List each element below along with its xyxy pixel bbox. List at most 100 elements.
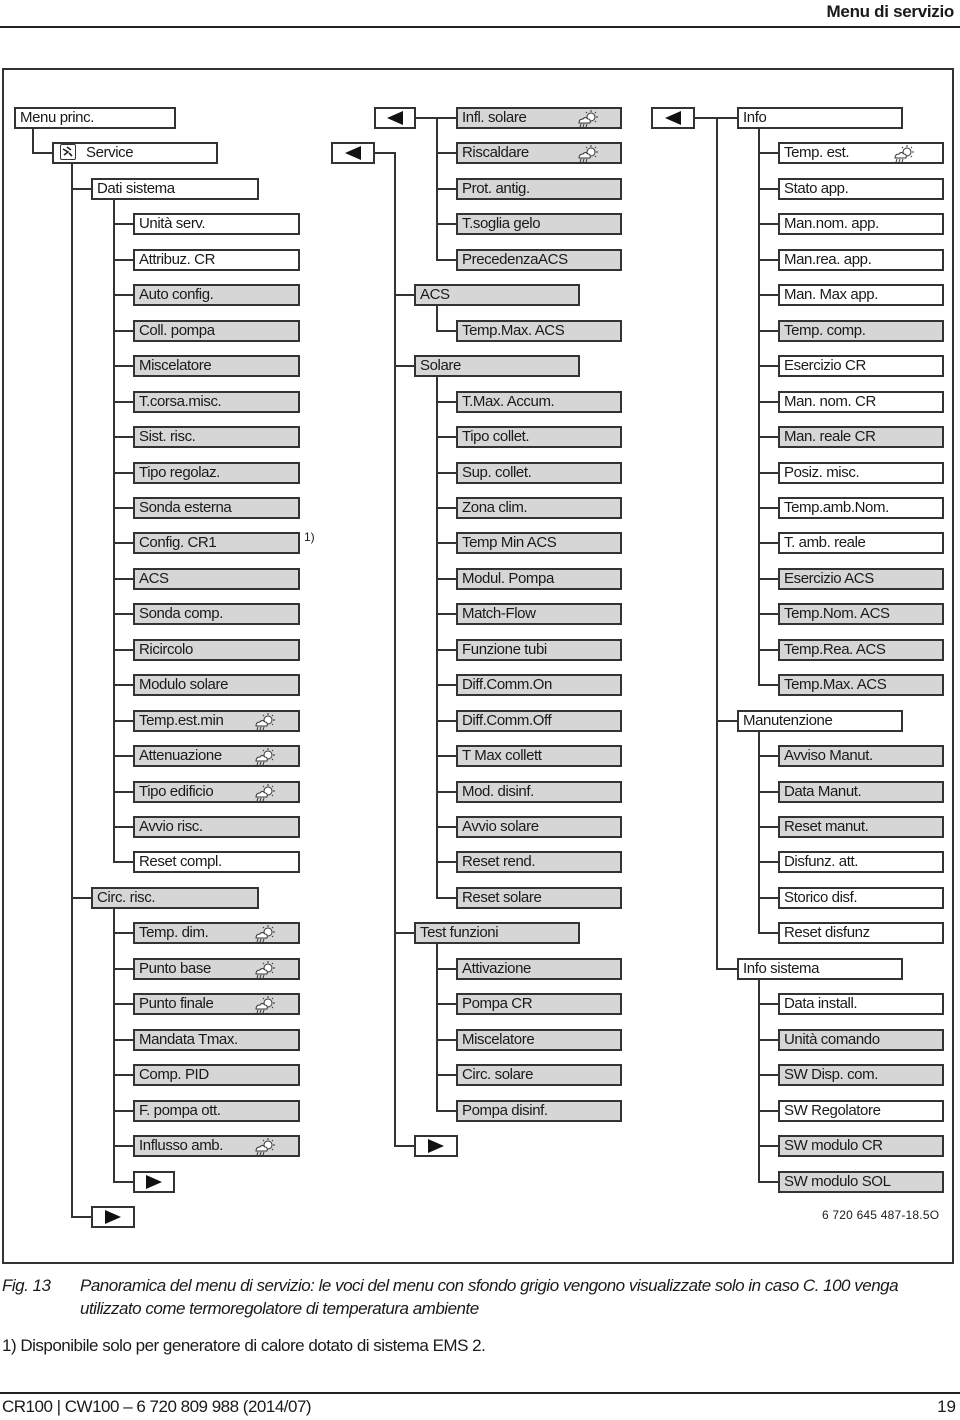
menu-item-f-pompa-ott[interactable]: F. pompa ott. [133,1100,300,1122]
menu-item-man-rea-app[interactable]: Man.rea. app. [778,249,944,271]
menu-item-temp-comp[interactable]: Temp. comp. [778,320,944,342]
menu-item-punto-finale[interactable]: Punto finale [133,993,300,1015]
menu-item-reset-manut[interactable]: Reset manut. [778,816,944,838]
menu-item-acs[interactable]: ACS [133,568,300,590]
menu-item-disfunz-att[interactable]: Disfunz. att. [778,851,944,873]
menu-item-avvio-risc[interactable]: Avvio risc. [133,816,300,838]
next-page-button[interactable] [133,1171,175,1193]
menu-item-tipo-regolaz[interactable]: Tipo regolaz. [133,462,300,484]
menu-item-temp-min-acs[interactable]: Temp Min ACS [456,532,622,554]
menu-item-temp-est-min[interactable]: Temp.est.min [133,710,300,732]
menu-item-man-reale-cr[interactable]: Man. reale CR [778,426,944,448]
menu-item-sonda-comp[interactable]: Sonda comp. [133,603,300,625]
menu-item-t-soglia-gelo[interactable]: T.soglia gelo [456,213,622,235]
menu-item-diff-comm-off[interactable]: Diff.Comm.Off [456,710,622,732]
menu-item-stato-app[interactable]: Stato app. [778,178,944,200]
next-page-button[interactable] [414,1135,458,1157]
previous-page-button[interactable] [374,107,416,129]
menu-item-pompa-cr-test[interactable]: Pompa CR [456,993,622,1015]
menu-item-t-amb-reale[interactable]: T. amb. reale [778,532,944,554]
menu-item-test-funzioni[interactable]: Test funzioni [414,922,580,944]
menu-item-tipo-collet[interactable]: Tipo collet. [456,426,622,448]
menu-item-sw-regolatore[interactable]: SW Regolatore [778,1100,944,1122]
menu-item-temp-nom-acs[interactable]: Temp.Nom. ACS [778,603,944,625]
menu-item-t-max-accum[interactable]: T.Max. Accum. [456,391,622,413]
menu-item-attribuz-cr[interactable]: Attribuz. CR [133,249,300,271]
menu-item-mod-disinf[interactable]: Mod. disinf. [456,781,622,803]
menu-item-precedenzaacs[interactable]: PrecedenzaACS [456,249,622,271]
menu-item-storico-disf[interactable]: Storico disf. [778,887,944,909]
menu-item-miscelatore[interactable]: Miscelatore [133,355,300,377]
menu-item-modulo-solare[interactable]: Modulo solare [133,674,300,696]
menu-item-service[interactable]: Service [52,142,218,164]
menu-item-zona-clim[interactable]: Zona clim. [456,497,622,519]
menu-item-config-cr1[interactable]: Config. CR1 [133,532,300,554]
previous-page-button[interactable] [651,107,695,129]
menu-item-circ-solare-test[interactable]: Circ. solare [456,1064,622,1086]
tree-connector [758,542,778,544]
menu-item-reset-rend[interactable]: Reset rend. [456,851,622,873]
menu-item-temp-amb-nom[interactable]: Temp.amb.Nom. [778,497,944,519]
menu-item-data-manut[interactable]: Data Manut. [778,781,944,803]
menu-item-pompa-disinf-test[interactable]: Pompa disinf. [456,1100,622,1122]
menu-item-sonda-esterna[interactable]: Sonda esterna [133,497,300,519]
menu-item-coll-pompa[interactable]: Coll. pompa [133,320,300,342]
menu-item-diff-comm-on[interactable]: Diff.Comm.On [456,674,622,696]
menu-item-ricircolo[interactable]: Ricircolo [133,639,300,661]
menu-item-punto-base[interactable]: Punto base [133,958,300,980]
menu-item-temp-dim[interactable]: Temp. dim. [133,922,300,944]
tree-connector [436,649,456,651]
menu-item-manutenzione[interactable]: Manutenzione [737,710,903,732]
menu-item-funzione-tubi[interactable]: Funzione tubi [456,639,622,661]
menu-item-reset-solare[interactable]: Reset solare [456,887,622,909]
menu-item-sist-risc[interactable]: Sist. risc. [133,426,300,448]
menu-item-unita-comando[interactable]: Unità comando [778,1029,944,1051]
menu-item-miscelatore-test[interactable]: Miscelatore [456,1029,622,1051]
menu-item-sw-disp-com[interactable]: SW Disp. com. [778,1064,944,1086]
menu-item-man-max-app[interactable]: Man. Max app. [778,284,944,306]
menu-item-influsso-amb[interactable]: Influsso amb. [133,1135,300,1157]
menu-item-sup-collet[interactable]: Sup. collet. [456,462,622,484]
menu-item-prot-antig[interactable]: Prot. antig. [456,178,622,200]
menu-item-auto-config[interactable]: Auto config. [133,284,300,306]
menu-item-solare[interactable]: Solare [414,355,580,377]
menu-item-sw-modulo-sol[interactable]: SW modulo SOL [778,1171,944,1193]
menu-item-temp-max-acs[interactable]: Temp.Max. ACS [456,320,622,342]
menu-item-esercizio-acs[interactable]: Esercizio ACS [778,568,944,590]
menu-item-acs[interactable]: ACS [414,284,580,306]
menu-item-match-flow[interactable]: Match-Flow [456,603,622,625]
menu-item-temp-max-acs[interactable]: Temp.Max. ACS [778,674,944,696]
menu-item-mandata-tmax[interactable]: Mandata Tmax. [133,1029,300,1051]
menu-item-menu-princ[interactable]: Menu princ. [14,107,176,129]
menu-item-riscaldare[interactable]: Riscaldare [456,142,622,164]
menu-item-data-install[interactable]: Data install. [778,993,944,1015]
menu-item-esercizio-cr[interactable]: Esercizio CR [778,355,944,377]
menu-item-t-max-collett[interactable]: T Max collett [456,745,622,767]
menu-item-info-sistema[interactable]: Info sistema [737,958,903,980]
next-page-button[interactable] [91,1206,135,1228]
menu-item-comp-pid[interactable]: Comp. PID [133,1064,300,1086]
menu-item-temp-rea-acs[interactable]: Temp.Rea. ACS [778,639,944,661]
menu-item-tipo-edificio[interactable]: Tipo edificio [133,781,300,803]
menu-item-posiz-misc[interactable]: Posiz. misc. [778,462,944,484]
menu-item-modul-pompa[interactable]: Modul. Pompa [456,568,622,590]
menu-item-info[interactable]: Info [737,107,903,129]
menu-item-avvio-solare[interactable]: Avvio solare [456,816,622,838]
menu-item-infl-solare[interactable]: Infl. solare [456,107,622,129]
menu-item-attivazione-test[interactable]: Attivazione [456,958,622,980]
menu-item-dati-sistema[interactable]: Dati sistema [91,178,259,200]
menu-item-reset-compl[interactable]: Reset compl. [133,851,300,873]
menu-item-unita-serv[interactable]: Unità serv. [133,213,300,235]
menu-item-temp-est[interactable]: Temp. est. [778,142,944,164]
previous-page-button[interactable] [331,142,375,164]
tree-connector [113,330,133,332]
menu-item-man-nom-app[interactable]: Man.nom. app. [778,213,944,235]
menu-item-reset-disfunz[interactable]: Reset disfunz [778,922,944,944]
menu-item-avviso-manut[interactable]: Avviso Manut. [778,745,944,767]
menu-item-t-corsa-misc[interactable]: T.corsa.misc. [133,391,300,413]
menu-item-sw-modulo-cr[interactable]: SW modulo CR [778,1135,944,1157]
tree-connector [32,152,52,154]
menu-item-man-nom-cr[interactable]: Man. nom. CR [778,391,944,413]
menu-item-circ-risc[interactable]: Circ. risc. [91,887,259,909]
menu-item-attenuazione[interactable]: Attenuazione [133,745,300,767]
